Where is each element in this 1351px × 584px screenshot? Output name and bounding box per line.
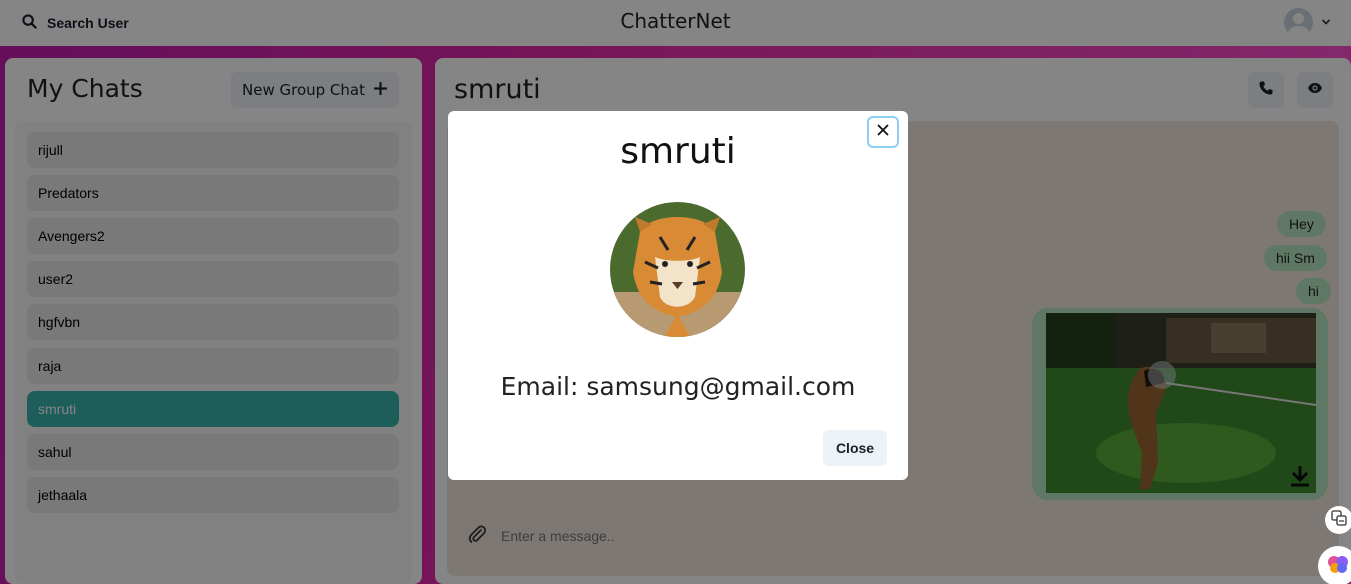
brain-icon <box>1326 552 1350 581</box>
ai-assistant-extension-button[interactable] <box>1318 546 1351 584</box>
close-icon <box>877 123 889 141</box>
translate-icon <box>1331 509 1347 531</box>
close-button[interactable]: Close <box>823 430 887 466</box>
profile-picture <box>610 202 745 337</box>
modal-close-x-button[interactable] <box>867 116 899 148</box>
translate-extension-button[interactable] <box>1325 506 1351 534</box>
profile-email: Email: samsung@gmail.com <box>500 372 856 401</box>
profile-modal: smruti Email: samsung@gmail.com Close <box>448 111 908 480</box>
modal-title: smruti <box>620 131 736 172</box>
